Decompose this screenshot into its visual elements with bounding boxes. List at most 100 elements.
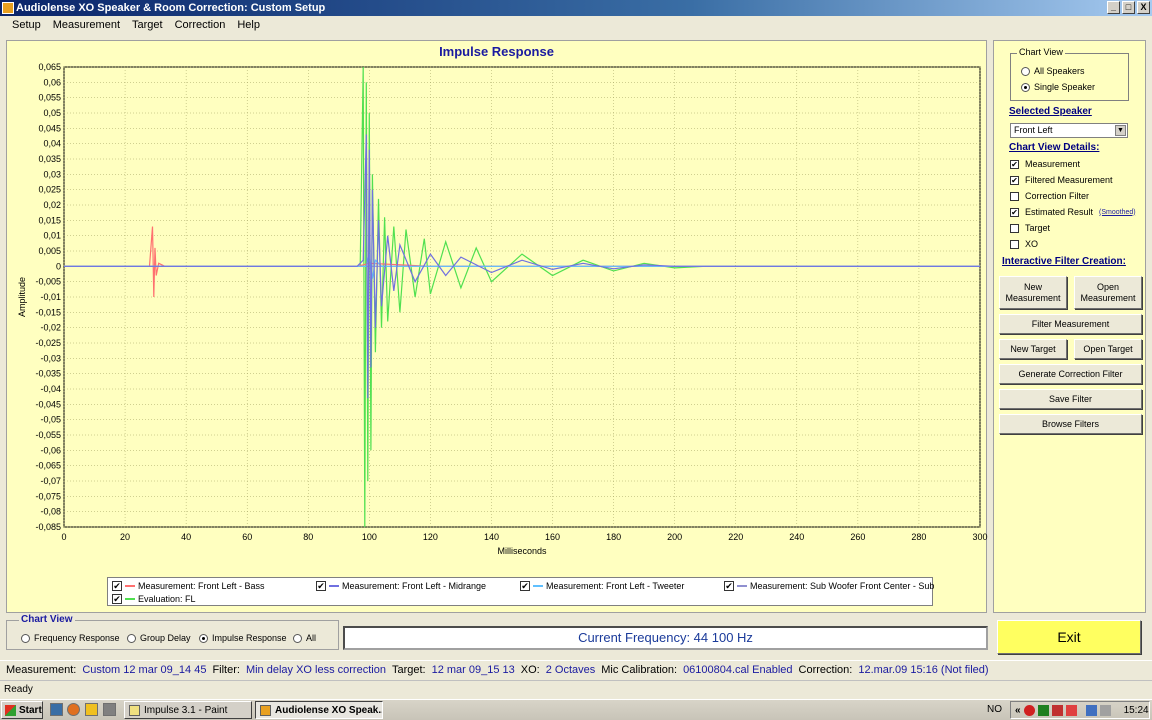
smoothed-link[interactable]: (Smoothed) — [1099, 209, 1136, 216]
media-player-icon[interactable] — [85, 703, 98, 716]
info-target: 12 mar 09_15 13 — [431, 664, 515, 676]
start-label: Start — [19, 704, 42, 716]
x-tick-label: 220 — [728, 532, 743, 542]
radio-icon[interactable] — [1021, 66, 1030, 76]
radio-icon[interactable] — [199, 633, 208, 643]
checkbox[interactable] — [1010, 239, 1019, 249]
paint-icon — [129, 704, 140, 716]
firefox-icon[interactable] — [67, 703, 80, 716]
legend-checkbox-evaluation[interactable]: ✔ — [112, 594, 122, 604]
radio-all[interactable]: All — [293, 633, 316, 643]
selected-speaker-heading: Selected Speaker — [1009, 106, 1092, 117]
x-tick-label: 200 — [667, 532, 682, 542]
checkbox[interactable]: ✔ — [1010, 207, 1019, 217]
x-tick-label: 180 — [606, 532, 621, 542]
y-tick-label: -0,08 — [40, 507, 61, 517]
menu-setup[interactable]: Setup — [6, 16, 47, 34]
check-measurement[interactable]: ✔ Measurement — [1010, 159, 1080, 169]
radio-icon[interactable] — [127, 633, 136, 643]
check-estimated-result[interactable]: ✔ Estimated Result (Smoothed) — [1010, 207, 1136, 217]
menu-target[interactable]: Target — [126, 16, 169, 34]
task-paint[interactable]: Impulse 3.1 - Paint — [124, 701, 252, 719]
y-tick-label: 0 — [56, 261, 61, 271]
minimize-button[interactable]: _ — [1107, 1, 1120, 14]
checkbox[interactable] — [1010, 191, 1019, 201]
y-tick-label: -0,005 — [35, 277, 61, 287]
new-target-button[interactable]: New Target — [999, 339, 1067, 359]
task-audiolense[interactable]: Audiolense XO Speak... — [255, 701, 383, 719]
info-label: Correction: — [798, 664, 853, 676]
y-axis-label: Amplitude — [17, 277, 27, 317]
radio-icon[interactable] — [21, 633, 30, 643]
speaker-select[interactable]: Front Left ▼ — [1010, 123, 1128, 138]
y-tick-label: 0,065 — [38, 62, 61, 72]
maximize-button[interactable]: □ — [1122, 1, 1135, 14]
y-tick-label: -0,07 — [40, 476, 61, 486]
language-indicator[interactable]: NO — [987, 704, 1002, 715]
chart-view-details-heading: Chart View Details: — [1009, 142, 1100, 153]
radio-label: All Speakers — [1034, 66, 1085, 76]
filter-measurement-button[interactable]: Filter Measurement — [999, 314, 1142, 334]
plot-area — [63, 66, 981, 528]
new-measurement-button[interactable]: New Measurement — [999, 276, 1067, 309]
generate-correction-filter-button[interactable]: Generate Correction Filter — [999, 364, 1142, 384]
menu-measurement[interactable]: Measurement — [47, 16, 126, 34]
browse-filters-button[interactable]: Browse Filters — [999, 414, 1142, 434]
check-xo[interactable]: XO — [1010, 239, 1038, 249]
y-tick-label: 0,025 — [38, 185, 61, 195]
desktop-icon[interactable] — [50, 703, 63, 716]
save-filter-button[interactable]: Save Filter — [999, 389, 1142, 409]
menu-correction[interactable]: Correction — [169, 16, 232, 34]
radio-label: Single Speaker — [1034, 82, 1096, 92]
open-target-button[interactable]: Open Target — [1074, 339, 1142, 359]
radio-frequency-response[interactable]: Frequency Response — [21, 633, 120, 643]
check-target[interactable]: Target — [1010, 223, 1050, 233]
legend-item-sub[interactable]: ✔ Measurement: Sub Woofer Front Center -… — [724, 581, 934, 591]
check-correction-filter[interactable]: Correction Filter — [1010, 191, 1089, 201]
tray-app-icon[interactable] — [1051, 704, 1063, 716]
legend-item-midrange[interactable]: ✔ Measurement: Front Left - Midrange — [316, 581, 486, 591]
checkbox[interactable]: ✔ — [1010, 159, 1019, 169]
legend-item-bass[interactable]: ✔ Measurement: Front Left - Bass — [112, 581, 265, 591]
x-tick-label: 140 — [484, 532, 499, 542]
info-label: Mic Calibration: — [601, 664, 678, 676]
close-button[interactable]: X — [1137, 1, 1150, 14]
tray-expand-icon[interactable]: « — [1015, 705, 1021, 716]
app-icon — [2, 2, 14, 14]
impulse-response-chart[interactable]: 0 20 40 60 80 100 120 140 160 180 200 220 240 260 280 3… — [7, 41, 988, 614]
y-tick-label: 0,06 — [43, 77, 61, 87]
chevron-down-icon[interactable]: ▼ — [1115, 125, 1126, 136]
tray-volume-icon[interactable] — [1099, 704, 1111, 716]
legend-checkbox-midrange[interactable]: ✔ — [316, 581, 326, 591]
legend-checkbox-bass[interactable]: ✔ — [112, 581, 122, 591]
checkbox[interactable] — [1010, 223, 1019, 233]
tray-monitor-icon[interactable] — [1037, 704, 1049, 716]
exit-button[interactable]: Exit — [997, 620, 1141, 654]
check-filtered-measurement[interactable]: ✔ Filtered Measurement — [1010, 175, 1113, 185]
tray-checkmark-icon[interactable] — [1065, 704, 1077, 716]
radio-label: Group Delay — [140, 633, 191, 643]
radio-icon[interactable] — [1021, 82, 1030, 92]
open-measurement-button[interactable]: Open Measurement — [1074, 276, 1142, 309]
app-shortcut-icon[interactable] — [103, 703, 116, 716]
tray-network-icon[interactable] — [1085, 704, 1097, 716]
radio-group-delay[interactable]: Group Delay — [127, 633, 191, 643]
checkbox[interactable]: ✔ — [1010, 175, 1019, 185]
radio-all-speakers[interactable]: All Speakers — [1021, 66, 1085, 76]
system-tray: « 15:24 — [1010, 701, 1150, 719]
start-button[interactable]: Start — [1, 701, 43, 719]
legend-label-sub: Measurement: Sub Woofer Front Center - S… — [750, 581, 935, 591]
radio-single-speaker[interactable]: Single Speaker — [1021, 82, 1095, 92]
task-label: Audiolense XO Speak... — [275, 704, 383, 716]
legend-item-evaluation[interactable]: ✔ Evaluation: FL — [112, 594, 196, 604]
tray-antivirus-icon[interactable] — [1023, 704, 1035, 716]
window-controls: _ □ X — [1107, 1, 1150, 14]
legend-checkbox-sub[interactable]: ✔ — [724, 581, 734, 591]
legend-label-tweeter: Measurement: Front Left - Tweeter — [546, 581, 685, 591]
legend-checkbox-tweeter[interactable]: ✔ — [520, 581, 530, 591]
check-label: Estimated Result — [1025, 207, 1094, 217]
legend-item-tweeter[interactable]: ✔ Measurement: Front Left - Tweeter — [520, 581, 684, 591]
radio-icon[interactable] — [293, 633, 302, 643]
menu-help[interactable]: Help — [231, 16, 266, 34]
radio-impulse-response[interactable]: Impulse Response — [199, 633, 287, 643]
